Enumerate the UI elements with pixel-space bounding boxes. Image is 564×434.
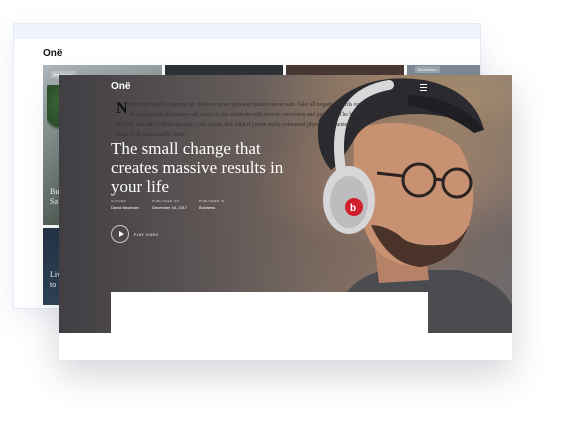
article-paragraph: ever ever think of giving up. Winners ne… bbox=[116, 102, 365, 138]
author-label: AUTHOR bbox=[111, 199, 127, 203]
date-meta: PUBLISHED ON December 16, 2017 bbox=[152, 199, 187, 210]
hero-title: The small change that creates massive re… bbox=[111, 139, 284, 196]
foreground-browser-window: b Onë The small change that creates mass… bbox=[59, 75, 512, 360]
post-title: Bu Sa bbox=[50, 187, 60, 206]
play-video-label[interactable]: PLAY VIDEO bbox=[134, 233, 159, 237]
date-label: PUBLISHED ON bbox=[152, 199, 180, 203]
svg-text:b: b bbox=[350, 203, 356, 214]
author-name[interactable]: David Beckham bbox=[111, 205, 139, 210]
category-name[interactable]: Business bbox=[199, 205, 225, 210]
hamburger-menu-icon[interactable] bbox=[420, 84, 427, 93]
category-badge: Business bbox=[415, 66, 440, 73]
drop-cap: N bbox=[116, 100, 128, 117]
article-body: Never ever think of giving up. Winners n… bbox=[116, 100, 365, 140]
browser-top-bar bbox=[14, 24, 480, 39]
play-icon bbox=[119, 231, 124, 237]
article-body-card bbox=[111, 292, 428, 360]
site-logo[interactable]: Onë bbox=[111, 81, 130, 92]
category-meta: PUBLISHED IN Business bbox=[199, 199, 225, 210]
play-video-button[interactable] bbox=[111, 225, 129, 243]
site-logo[interactable]: Onë bbox=[43, 48, 62, 59]
category-label: PUBLISHED IN bbox=[199, 199, 225, 203]
publish-date: December 16, 2017 bbox=[152, 205, 188, 210]
author-meta: AUTHOR David Beckham bbox=[111, 199, 139, 210]
